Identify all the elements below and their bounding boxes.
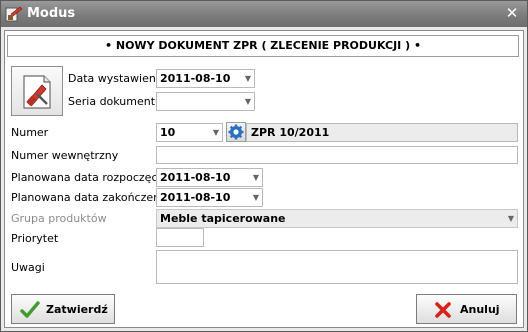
chevron-down-icon[interactable]: ▼ xyxy=(245,70,251,87)
chevron-down-icon[interactable]: ▼ xyxy=(213,124,219,141)
chevron-down-icon[interactable]: ▼ xyxy=(245,93,251,110)
checkmark-icon xyxy=(20,300,40,320)
document-tools-icon xyxy=(20,73,56,111)
label-grupa-produktow: Grupa produktów xyxy=(11,212,107,225)
close-icon[interactable]: ✕ xyxy=(504,5,520,21)
chevron-down-icon[interactable]: ▼ xyxy=(253,169,259,186)
numer-wewnetrzny-input[interactable] xyxy=(156,146,518,164)
label-numer: Numer xyxy=(11,126,49,139)
label-seria-dokumentu: Seria dokumentu xyxy=(68,95,163,108)
priorytet-input[interactable] xyxy=(156,228,204,247)
label-uwagi: Uwagi xyxy=(11,261,45,274)
gear-icon xyxy=(228,124,244,140)
red-x-icon xyxy=(433,300,453,320)
uwagi-textarea[interactable] xyxy=(156,250,518,284)
data-wystawienia-value: 2011-08-10 xyxy=(160,72,231,85)
cancel-button-label: Anuluj xyxy=(460,303,500,316)
data-wystawienia-combo[interactable]: 2011-08-10 ▼ xyxy=(156,69,255,88)
planowana-data-zakonczenia-value: 2011-08-10 xyxy=(160,191,231,204)
planowana-data-rozpoczecia-combo[interactable]: 2011-08-10 ▼ xyxy=(156,168,263,187)
confirm-button[interactable]: Zatwierdź xyxy=(11,294,115,324)
grupa-produktow-combo[interactable]: Meble tapicerowane ▼ xyxy=(156,209,518,228)
label-data-wystawienia: Data wystawienia xyxy=(68,72,166,85)
planowana-data-rozpoczecia-value: 2011-08-10 xyxy=(160,171,231,184)
label-priorytet: Priorytet xyxy=(11,232,59,245)
cancel-button[interactable]: Anuluj xyxy=(416,294,517,324)
label-planowana-data-zakonczenia: Planowana data zakończenia xyxy=(11,191,170,204)
numer-value: 10 xyxy=(160,126,176,139)
grupa-produktow-value: Meble tapicerowane xyxy=(160,212,286,225)
document-type-button[interactable] xyxy=(11,66,63,116)
app-icon xyxy=(5,5,23,23)
seria-dokumentu-combo[interactable]: ▼ xyxy=(156,92,255,111)
planowana-data-zakonczenia-combo[interactable]: 2011-08-10 ▼ xyxy=(156,188,263,207)
numer-settings-button[interactable] xyxy=(226,122,246,142)
window-title: Modus xyxy=(27,6,76,21)
label-numer-wewnetrzny: Numer wewnętrzny xyxy=(11,149,119,162)
label-planowana-data-rozpoczecia: Planowana data rozpoczęcia xyxy=(11,171,168,184)
confirm-button-label: Zatwierdź xyxy=(46,303,108,316)
title-bar[interactable]: Modus ✕ xyxy=(1,1,527,27)
numer-combo[interactable]: 10 ▼ xyxy=(156,123,223,142)
chevron-down-icon[interactable]: ▼ xyxy=(253,189,259,206)
numer-full-field: ZPR 10/2011 xyxy=(246,123,518,142)
dialog-window: Modus ✕ • NOWY DOKUMENT ZPR ( ZLECENIE P… xyxy=(0,0,528,332)
document-header: • NOWY DOKUMENT ZPR ( ZLECENIE PRODUKCJI… xyxy=(7,35,519,57)
chevron-down-icon[interactable]: ▼ xyxy=(508,210,514,227)
